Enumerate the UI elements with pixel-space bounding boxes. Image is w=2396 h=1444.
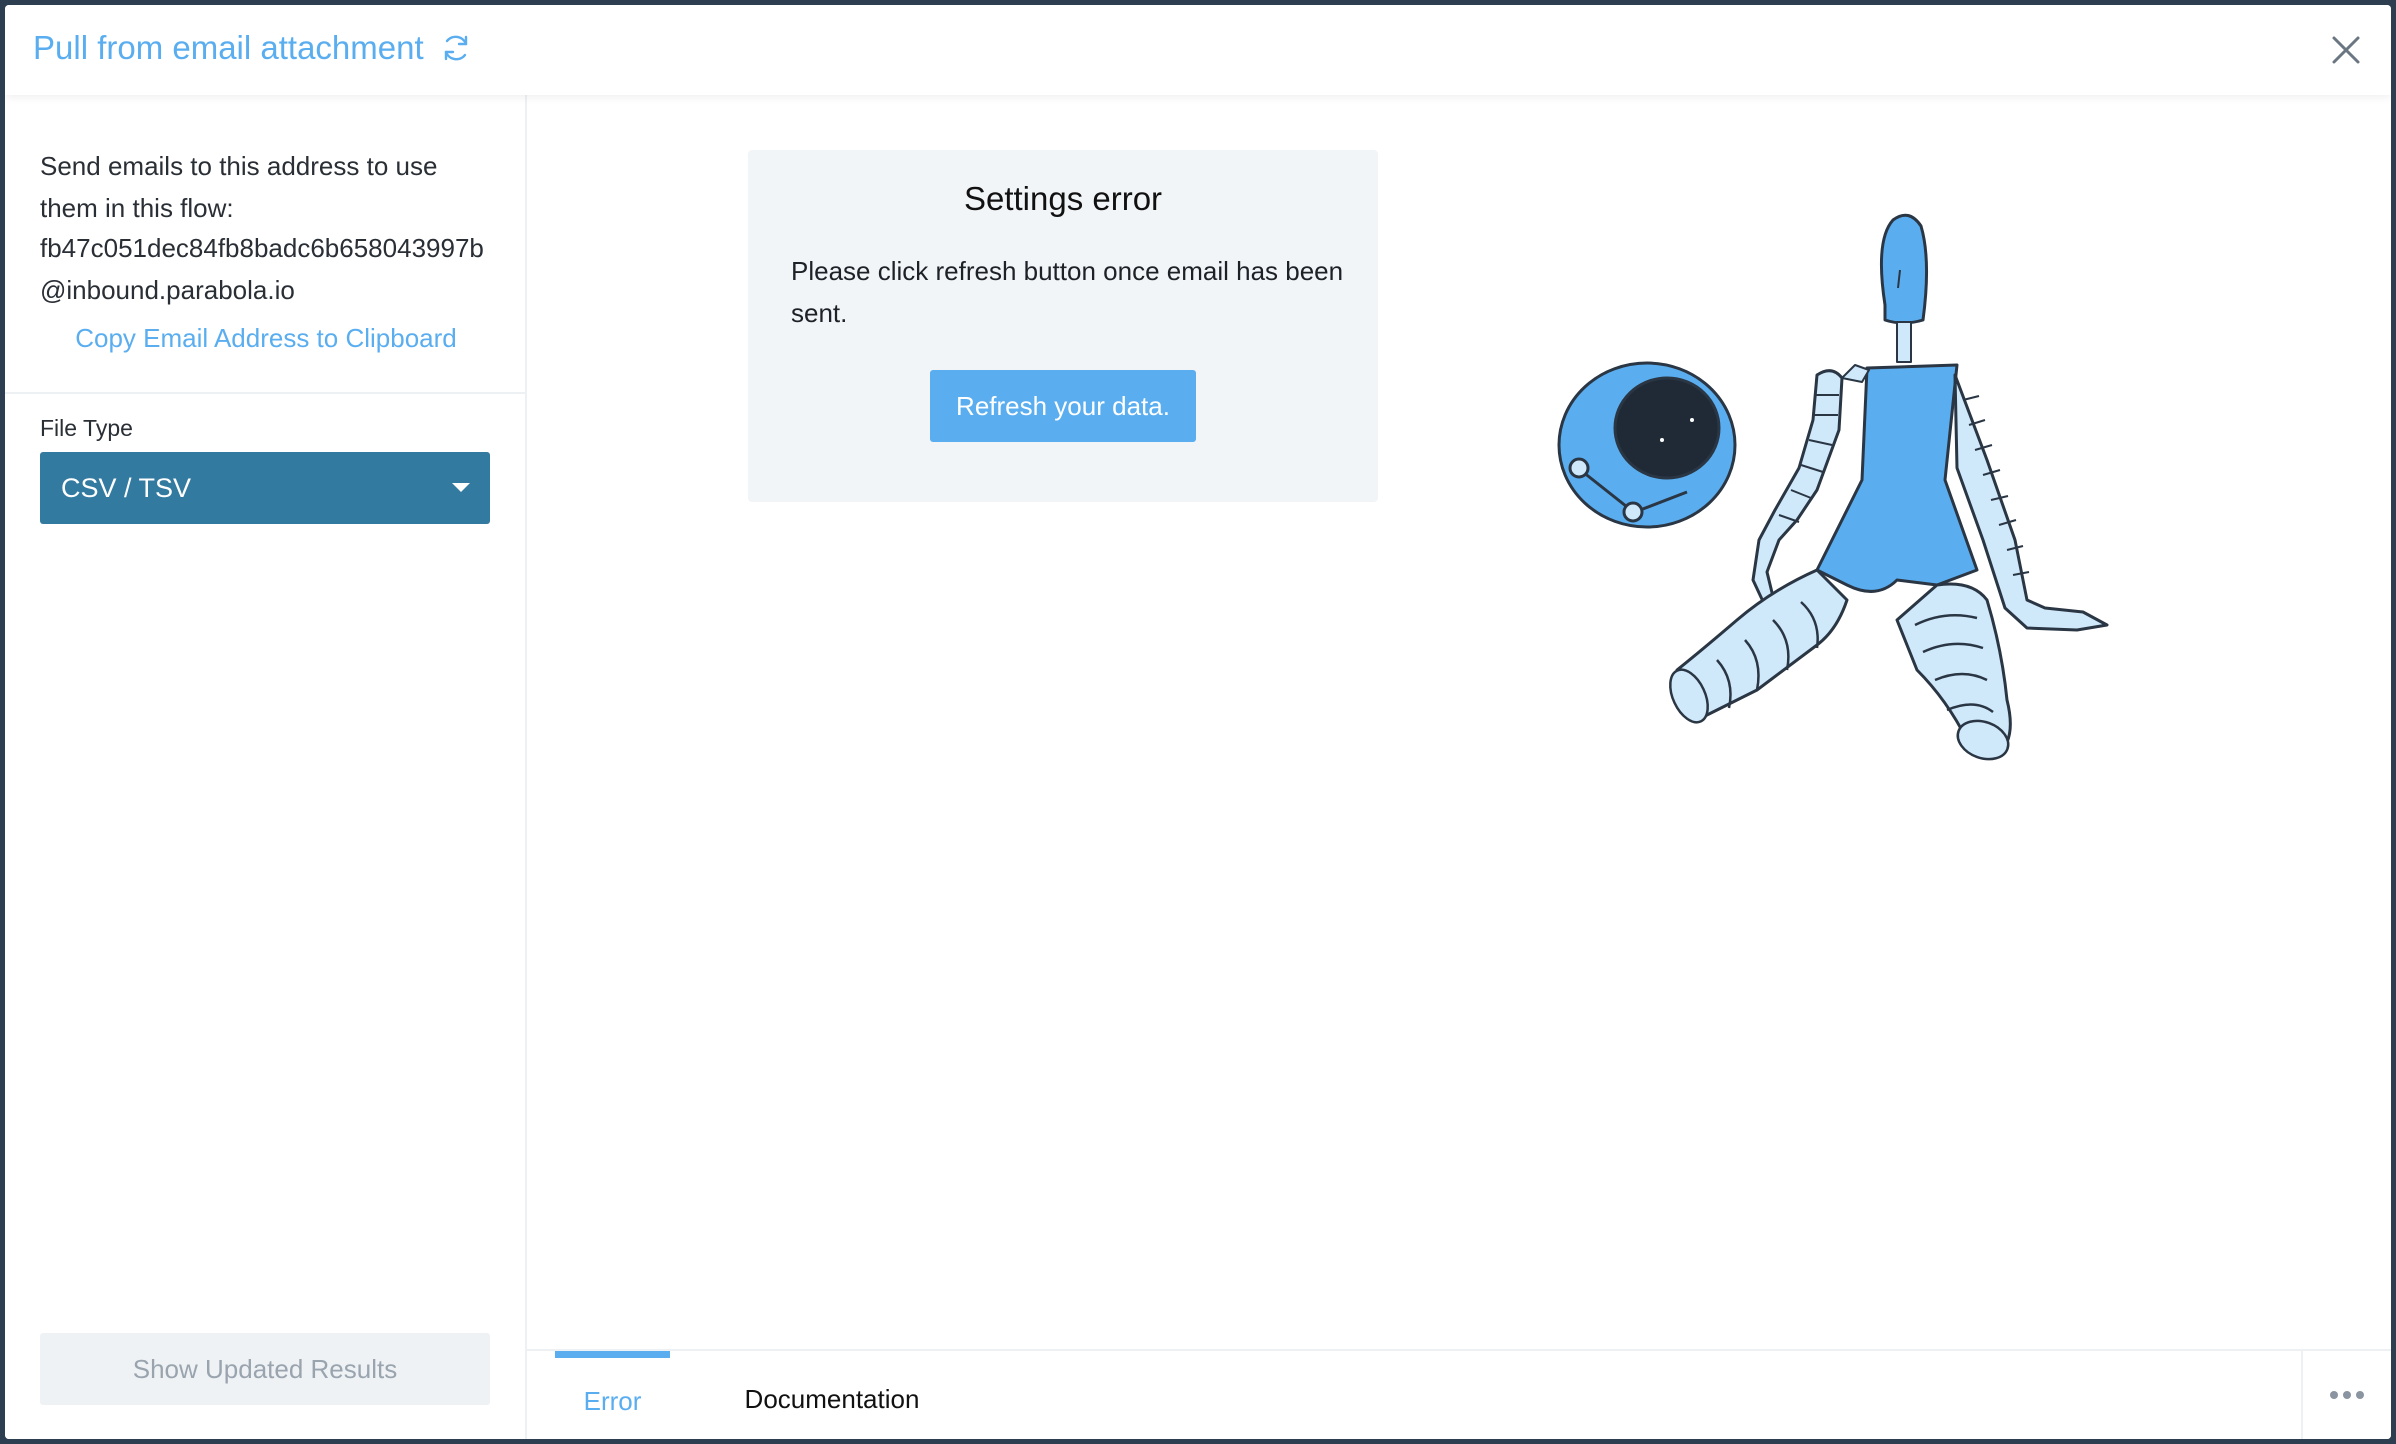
email-instructions: Send emails to this address to use them …	[40, 151, 438, 223]
modal-header: Pull from email attachment	[5, 5, 2391, 95]
file-type-value: CSV / TSV	[61, 472, 192, 503]
bottom-tab-bar: Error Documentation	[527, 1349, 2391, 1439]
refresh-data-button[interactable]: Refresh your data.	[930, 370, 1196, 442]
modal-title: Pull from email attachment	[33, 29, 472, 67]
more-icon[interactable]	[2301, 1351, 2391, 1439]
settings-error-card: Settings error Please click refresh butt…	[748, 150, 1378, 502]
refresh-icon[interactable]	[440, 32, 472, 64]
main-panel: Settings error Please click refresh butt…	[527, 95, 2391, 1439]
copy-email-link[interactable]: Copy Email Address to Clipboard	[5, 323, 527, 354]
modal: Pull from email attachment Send emails t…	[5, 5, 2391, 1439]
show-updated-results-button[interactable]: Show Updated Results	[40, 1333, 490, 1405]
modal-title-text: Pull from email attachment	[33, 29, 424, 66]
chevron-down-icon	[452, 483, 470, 492]
error-message: Please click refresh button once email h…	[791, 256, 1344, 328]
sidebar-divider	[5, 392, 527, 394]
robot-illustration	[1557, 213, 2109, 761]
file-type-label: File Type	[40, 415, 133, 441]
file-type-select[interactable]: CSV / TSV	[40, 452, 490, 524]
tab-error[interactable]: Error	[555, 1351, 670, 1439]
sidebar: Send emails to this address to use them …	[5, 95, 527, 1439]
tab-documentation[interactable]: Documentation	[737, 1351, 927, 1439]
inbound-email-address: fb47c051dec84fb8badc6b658043997b@inbound…	[40, 233, 484, 305]
error-title: Settings error	[963, 180, 1163, 217]
close-icon[interactable]	[2329, 33, 2363, 67]
